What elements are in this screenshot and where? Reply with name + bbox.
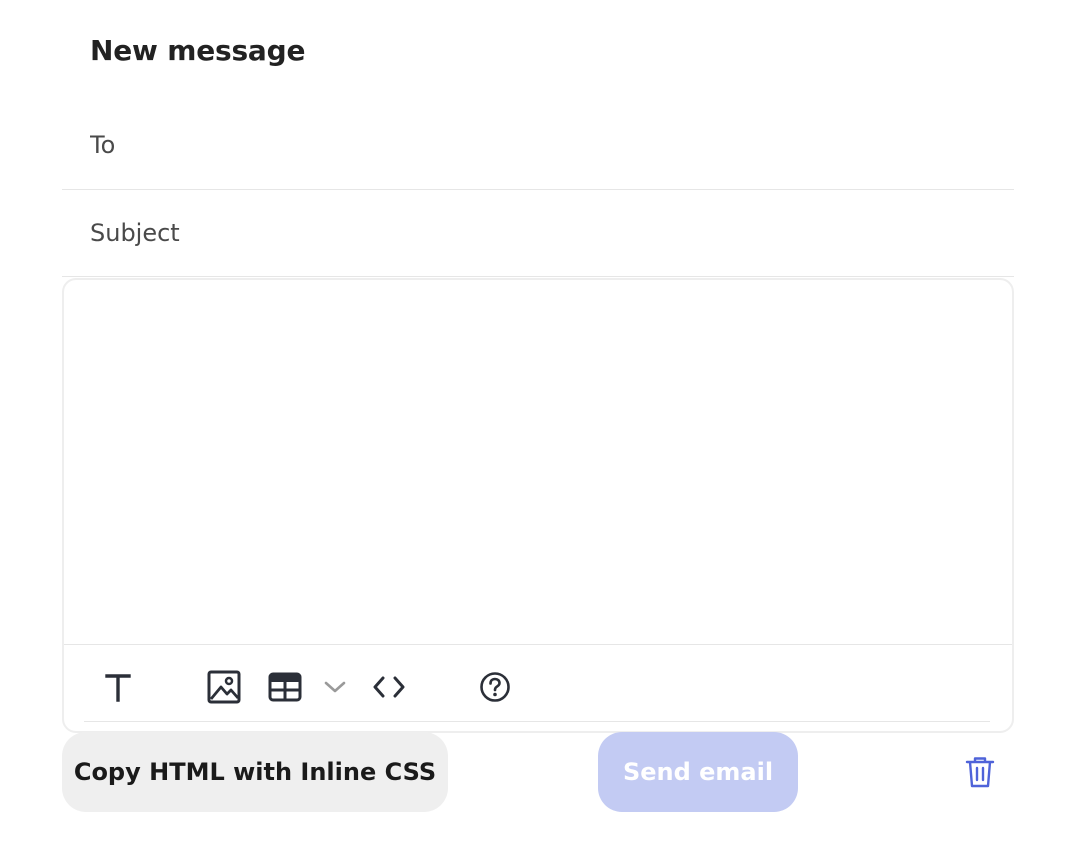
table-icon [268,672,302,702]
chevron-down-icon [324,681,346,693]
text-format-icon [105,674,131,702]
subject-field-row [62,190,1014,277]
send-email-button[interactable]: Send email [598,732,798,812]
code-view-button[interactable] [369,667,409,707]
trash-icon [965,757,995,788]
copy-html-button[interactable]: Copy HTML with Inline CSS [62,732,448,812]
email-composer: New message To Subject Copy HTML with In… [0,0,1080,844]
message-editor [62,278,1014,733]
subject-input[interactable] [90,190,990,276]
message-body-area[interactable] [64,280,1012,645]
editor-toolbar [84,645,990,722]
delete-draft-button[interactable] [962,754,998,790]
insert-table-button[interactable] [265,667,305,707]
image-icon [207,670,241,704]
to-input[interactable] [90,100,990,189]
table-options-dropdown[interactable] [315,667,355,707]
text-format-button[interactable] [98,667,138,707]
page-title: New message [90,34,306,67]
code-icon [373,676,405,698]
to-field-row [62,100,1014,190]
help-button[interactable] [475,667,515,707]
help-icon [480,672,510,702]
insert-image-button[interactable] [204,667,244,707]
